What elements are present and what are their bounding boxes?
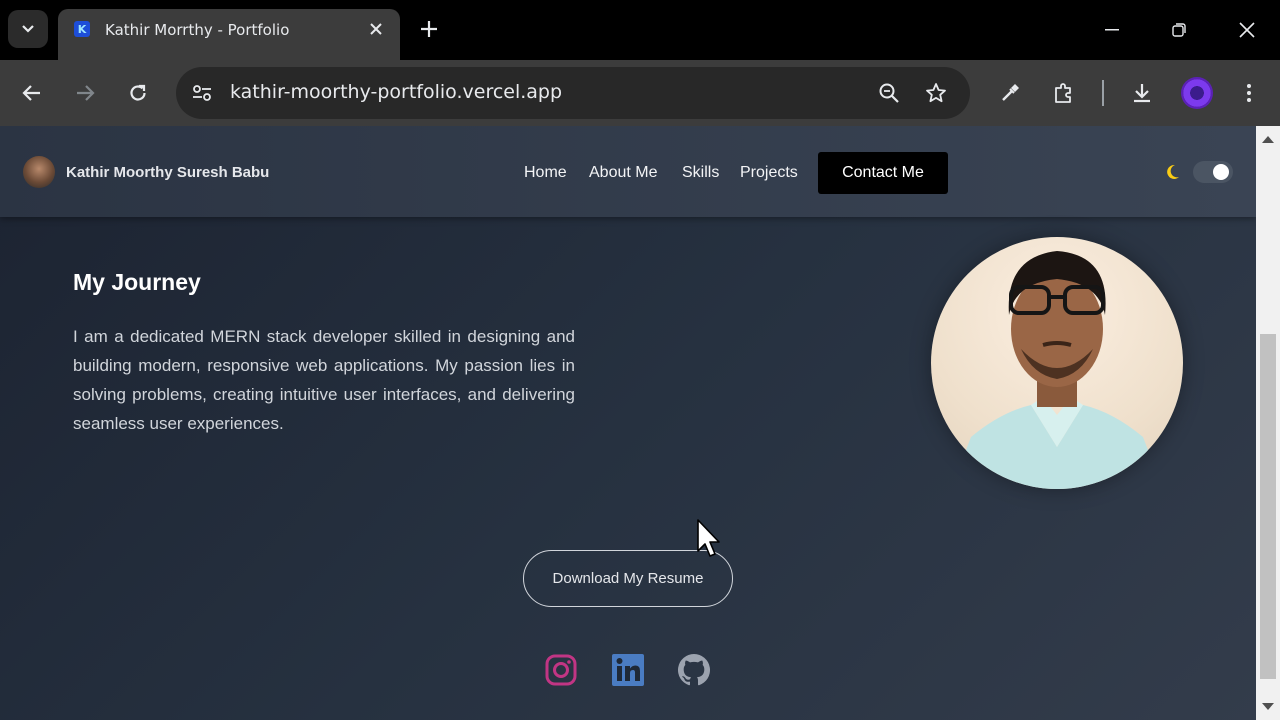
person-portrait-icon [951,251,1163,489]
site-navbar: Kathir Moorthy Suresh Babu Home About Me… [0,126,1256,217]
mouse-cursor-icon [697,519,720,557]
favicon-icon: K [74,21,90,37]
page-scrollbar[interactable] [1256,126,1280,720]
eyedropper-button[interactable] [994,77,1026,109]
arrow-left-icon [22,85,40,101]
tune-icon [193,85,211,101]
theme-toggle[interactable] [1193,161,1233,183]
new-tab-button[interactable] [414,14,444,44]
restore-icon [1172,23,1186,37]
contact-me-button[interactable]: Contact Me [818,152,948,194]
eyedropper-icon [1002,84,1019,101]
address-bar[interactable]: kathir-moorthy-portfolio.vercel.app [176,67,970,119]
more-vert-icon [1247,84,1251,102]
journey-paragraph: I am a dedicated MERN stack developer sk… [73,327,575,433]
window-close-button[interactable] [1224,10,1270,50]
restore-button[interactable] [1156,10,1202,50]
page-viewport: Kathir Moorthy Suresh Babu Home About Me… [0,126,1256,720]
back-button[interactable] [16,77,48,109]
nav-projects[interactable]: Projects [740,164,798,182]
linkedin-icon [612,654,644,686]
forward-button[interactable] [69,77,101,109]
github-icon [677,654,711,686]
brand-avatar[interactable] [23,156,55,188]
download-icon [1134,84,1150,103]
scroll-down-arrow-icon[interactable] [1262,703,1274,710]
bookmark-button[interactable] [920,77,952,109]
downloads-button[interactable] [1126,77,1158,109]
close-icon [1239,22,1255,38]
minimize-button[interactable] [1089,10,1135,50]
extensions-button[interactable] [1048,77,1080,109]
star-icon [926,83,946,103]
close-icon [370,23,382,35]
brand-name[interactable]: Kathir Moorthy Suresh Babu [66,164,269,181]
browser-toolbar: kathir-moorthy-portfolio.vercel.app [0,60,1280,126]
instagram-link[interactable] [543,652,579,688]
scroll-up-arrow-icon[interactable] [1262,136,1274,143]
toolbar-divider [1102,80,1104,106]
instagram-icon [545,654,577,686]
zoom-button[interactable] [873,77,905,109]
profile-avatar[interactable] [1181,77,1213,109]
url-text[interactable]: kathir-moorthy-portfolio.vercel.app [230,81,562,103]
github-link[interactable] [676,652,712,688]
site-info-button[interactable] [186,77,218,109]
tab-strip: K Kathir Morrthy - Portfolio [0,0,1280,60]
minimize-icon [1105,29,1119,31]
moon-icon [1167,164,1179,179]
scroll-thumb[interactable] [1260,334,1276,679]
toggle-knob [1213,164,1229,180]
nav-skills[interactable]: Skills [682,164,719,182]
puzzle-icon [1055,83,1071,103]
tab-close-button[interactable] [364,17,388,41]
plus-icon [421,21,437,37]
nav-home[interactable]: Home [524,164,567,182]
chevron-down-icon [22,25,34,33]
menu-button[interactable] [1233,77,1265,109]
profile-photo [931,237,1183,489]
tab-title: Kathir Morrthy - Portfolio [105,21,290,39]
reload-icon [130,84,146,101]
tab-search-button[interactable] [8,10,48,48]
arrow-right-icon [77,85,95,101]
zoom-icon [879,83,899,103]
linkedin-link[interactable] [610,652,646,688]
browser-tab[interactable]: K Kathir Morrthy - Portfolio [58,9,400,60]
section-title: My Journey [73,269,201,295]
reload-button[interactable] [122,77,154,109]
nav-about-me[interactable]: About Me [589,164,657,182]
